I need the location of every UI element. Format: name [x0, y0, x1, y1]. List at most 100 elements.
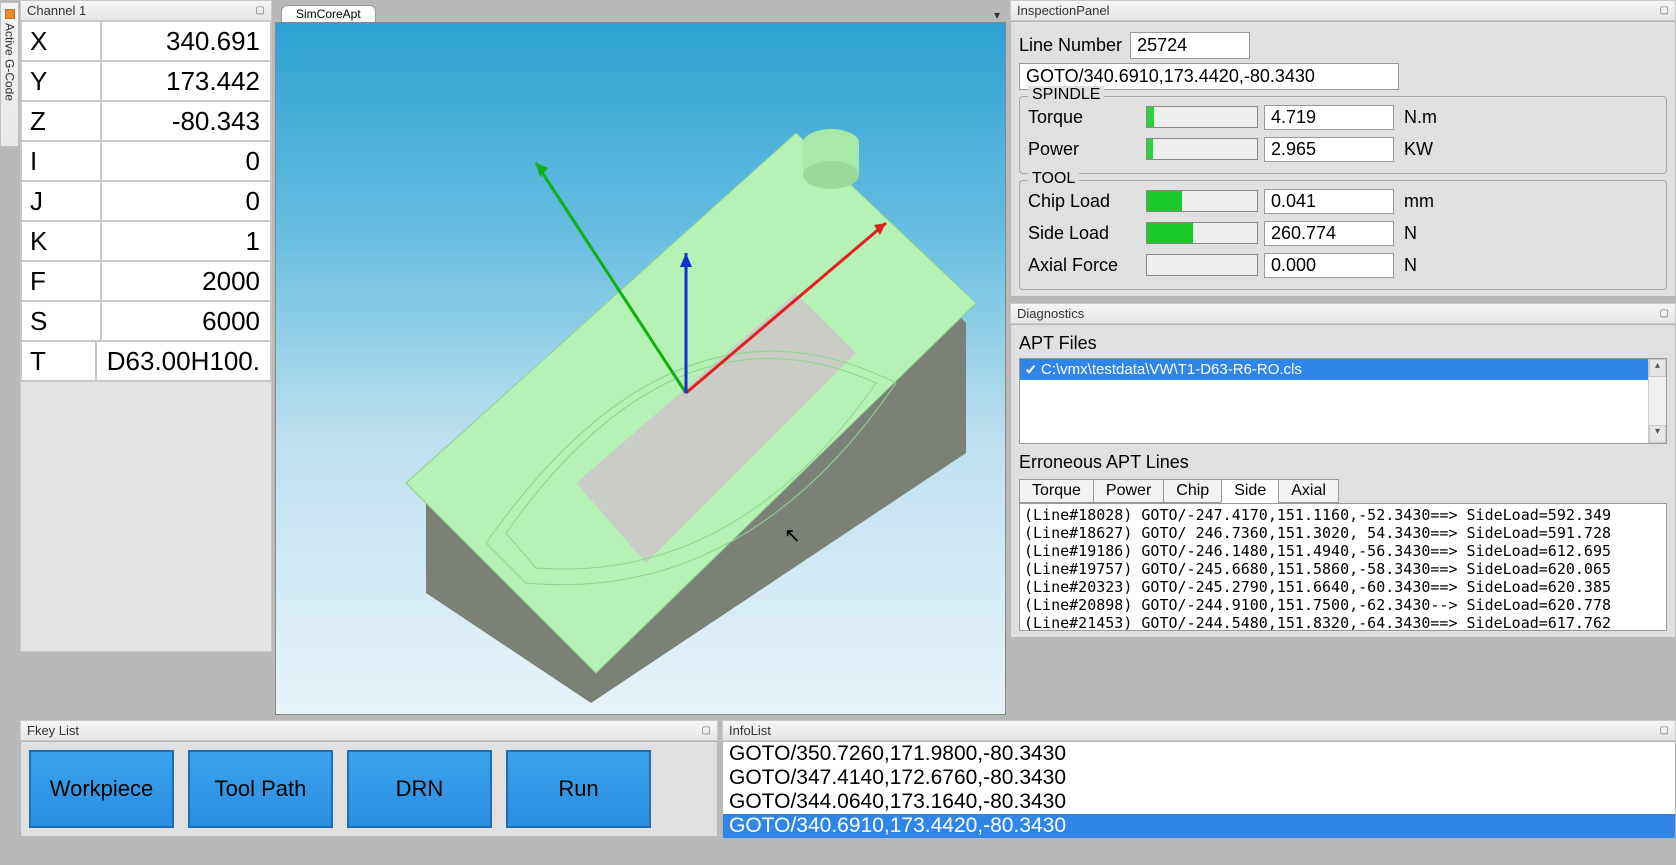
coord-grid: X340.691Y173.442Z-80.343I0J0K1F2000S6000… — [20, 21, 272, 382]
info-panel: InfoList ▢ GOTO/350.7260,171.9800,-80.34… — [722, 720, 1676, 839]
coord-row: Z-80.343 — [21, 101, 271, 141]
channel-title-bar[interactable]: Channel 1 ▢ — [20, 0, 272, 21]
metric-label: Power — [1028, 139, 1146, 160]
channel-empty-area — [20, 382, 272, 652]
inspection-title: InspectionPanel — [1017, 3, 1110, 18]
diag-tab-side[interactable]: Side — [1221, 479, 1279, 503]
info-line[interactable]: GOTO/347.4140,172.6760,-80.3430 — [723, 766, 1675, 790]
tool-group-title: TOOL — [1028, 170, 1079, 188]
fkey-run[interactable]: Run — [506, 750, 651, 828]
metric-label: Side Load — [1028, 223, 1146, 244]
viewport-dropdown-icon[interactable]: ▾ — [994, 8, 1006, 22]
viewport-panel: SimCoreApt ▾ ↖ — [275, 0, 1006, 715]
inspection-title-bar[interactable]: InspectionPanel ▢ — [1010, 0, 1676, 21]
scroll-up-icon[interactable]: ▴ — [1649, 359, 1666, 377]
inspection-panel: Line Number SPINDLE Torque 4.719N.m Power 2… — [1010, 21, 1676, 297]
info-list[interactable]: GOTO/350.7260,171.9800,-80.3430GOTO/347.… — [722, 741, 1676, 839]
coord-label: J — [21, 181, 101, 221]
coord-label: T — [21, 341, 96, 381]
metric-value: 0.041 — [1264, 189, 1394, 214]
pin-icon[interactable]: ▢ — [1660, 725, 1669, 736]
cursor-icon: ↖ — [784, 523, 801, 548]
fkey-tool-path[interactable]: Tool Path — [188, 750, 333, 828]
metric-label: Chip Load — [1028, 191, 1146, 212]
pin-icon[interactable]: ▢ — [702, 725, 711, 736]
apt-files-list[interactable]: C:\vmx\testdata\VW\T1-D63-R6-RO.cls ▴ ▾ — [1019, 358, 1667, 444]
metric-value: 2.965 — [1264, 137, 1394, 162]
metric-bar[interactable] — [1146, 254, 1258, 276]
diagnostics-title-bar[interactable]: Diagnostics ▢ — [1010, 303, 1676, 324]
metric-label: Torque — [1028, 107, 1146, 128]
line-number-input[interactable] — [1130, 32, 1250, 59]
info-line[interactable]: GOTO/344.0640,173.1640,-80.3430 — [723, 790, 1675, 814]
tool-row: Side Load 260.774N — [1028, 217, 1658, 249]
info-line[interactable]: GOTO/350.7260,171.9800,-80.3430 — [723, 742, 1675, 766]
coord-label: Z — [21, 101, 101, 141]
erroneous-lines-label: Erroneous APT Lines — [1019, 452, 1667, 473]
spindle-group: SPINDLE Torque4.719N.mPower2.965KW — [1019, 96, 1667, 174]
sidebar-tab-active-gcode[interactable]: Active G-Code — [0, 2, 19, 147]
diag-tab-torque[interactable]: Torque — [1019, 479, 1094, 503]
spindle-row: Power 2.965KW — [1028, 133, 1658, 165]
info-title-bar[interactable]: InfoList ▢ — [722, 720, 1676, 741]
fkey-workpiece[interactable]: Workpiece — [29, 750, 174, 828]
spindle-group-title: SPINDLE — [1028, 86, 1104, 104]
apt-files-label: APT Files — [1019, 333, 1667, 354]
fkey-body: WorkpieceTool PathDRNRun — [20, 741, 718, 837]
fkey-panel: Fkey List ▢ WorkpieceTool PathDRNRun — [20, 720, 718, 837]
tool-row: Axial Force0.000N — [1028, 249, 1658, 281]
metric-bar[interactable] — [1146, 222, 1258, 244]
spindle-row: Torque 4.719N.m — [1028, 101, 1658, 133]
pin-icon[interactable]: ▢ — [1660, 5, 1669, 16]
apt-files-scrollbar[interactable]: ▴ ▾ — [1648, 359, 1666, 443]
metric-unit: N — [1394, 223, 1444, 244]
metric-value: 4.719 — [1264, 105, 1394, 130]
info-line[interactable]: GOTO/340.6910,173.4420,-80.3430 — [723, 814, 1675, 838]
apt-file-item[interactable]: C:\vmx\testdata\VW\T1-D63-R6-RO.cls — [1020, 359, 1648, 380]
metric-bar[interactable] — [1146, 106, 1258, 128]
viewport-tab-simcoreapt[interactable]: SimCoreApt — [281, 5, 376, 22]
viewport-3d[interactable]: ↖ — [275, 22, 1006, 715]
metric-value: 260.774 — [1264, 221, 1394, 246]
diag-tab-axial[interactable]: Axial — [1278, 479, 1339, 503]
scroll-down-icon[interactable]: ▾ — [1649, 425, 1666, 443]
coord-label: S — [21, 301, 101, 341]
metric-unit: N.m — [1394, 107, 1444, 128]
apt-file-path: C:\vmx\testdata\VW\T1-D63-R6-RO.cls — [1041, 361, 1302, 378]
metric-label: Axial Force — [1028, 255, 1146, 276]
coord-value: 0 — [101, 181, 271, 221]
metric-unit: KW — [1394, 139, 1444, 160]
pin-icon[interactable]: ▢ — [256, 5, 265, 16]
coord-row: I0 — [21, 141, 271, 181]
metric-bar[interactable] — [1146, 138, 1258, 160]
sidebar-tab-icon — [5, 9, 15, 19]
coord-row: S6000 — [21, 301, 271, 341]
diag-tab-chip[interactable]: Chip — [1163, 479, 1222, 503]
coord-label: X — [21, 21, 101, 61]
coord-value: D63.00H100. — [96, 341, 271, 381]
tool-row: Chip Load0.041mm — [1028, 185, 1658, 217]
coord-row: X340.691 — [21, 21, 271, 61]
apt-file-checkbox[interactable] — [1024, 363, 1037, 376]
metric-bar[interactable] — [1146, 190, 1258, 212]
coord-row: J0 — [21, 181, 271, 221]
diagnostics-panel-wrap: Diagnostics ▢ APT Files C:\vmx\testdata\… — [1010, 303, 1676, 638]
diag-tab-power[interactable]: Power — [1093, 479, 1164, 503]
coord-value: -80.343 — [101, 101, 271, 141]
coord-row: TD63.00H100. — [21, 341, 271, 381]
coord-label: F — [21, 261, 101, 301]
erroneous-lines-list[interactable]: (Line#18028) GOTO/-247.4170,151.1160,-52… — [1019, 503, 1667, 631]
fkey-title-bar[interactable]: Fkey List ▢ — [20, 720, 718, 741]
right-column: InspectionPanel ▢ Line Number SPINDLE To… — [1010, 0, 1676, 638]
pin-icon[interactable]: ▢ — [1660, 308, 1669, 319]
coord-value: 2000 — [101, 261, 271, 301]
coord-label: I — [21, 141, 101, 181]
fkey-drn[interactable]: DRN — [347, 750, 492, 828]
workpiece-render — [276, 23, 1006, 715]
channel-title: Channel 1 — [27, 3, 86, 18]
metric-value: 0.000 — [1264, 253, 1394, 278]
info-title: InfoList — [729, 723, 771, 738]
fkey-title: Fkey List — [27, 723, 79, 738]
channel-panel: Channel 1 ▢ X340.691Y173.442Z-80.343I0J0… — [20, 0, 272, 652]
line-number-label: Line Number — [1019, 35, 1122, 56]
